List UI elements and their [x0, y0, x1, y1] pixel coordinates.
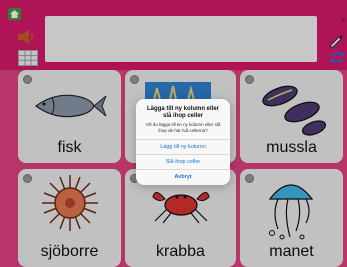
- dialog-title: Lägga till ny kolumn eller slå ihop cell…: [146, 106, 219, 120]
- app-window: k fisk mussla sjöborre krabba manet Lägg…: [0, 0, 347, 267]
- add-column-button[interactable]: Lägg till ny kolumn: [136, 139, 230, 154]
- dialog-message: Vill du lägga till en ny kolumn eller sl…: [145, 122, 221, 133]
- merge-cells-button[interactable]: Slå ihop celler: [136, 154, 230, 169]
- merge-cells-dialog: Lägga till ny kolumn eller slå ihop cell…: [136, 99, 230, 185]
- cancel-button[interactable]: Avbryt: [136, 169, 230, 184]
